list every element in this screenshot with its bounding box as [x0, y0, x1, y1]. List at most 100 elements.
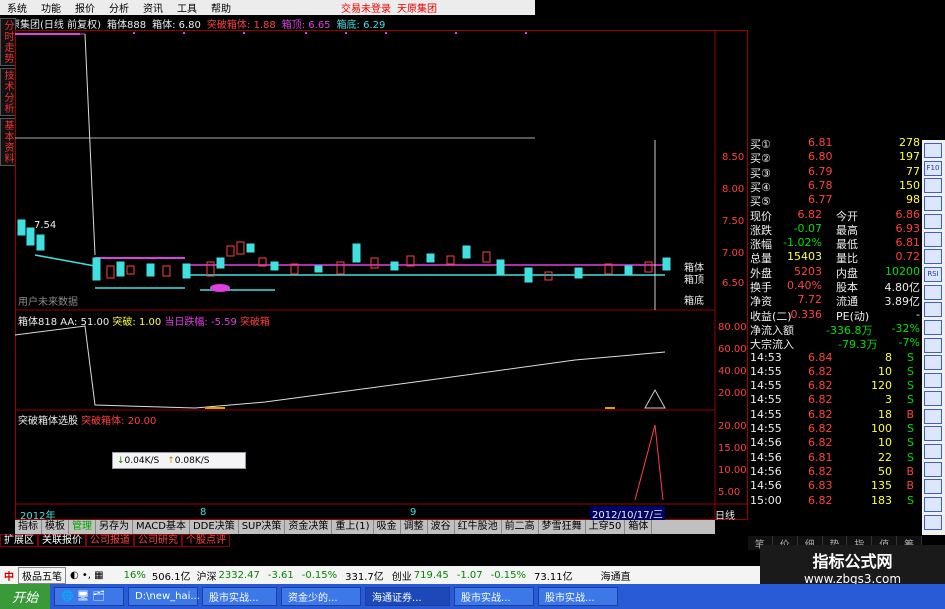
taskbar-item-6[interactable]: 股市实战... — [538, 587, 619, 606]
formula-tab[interactable]: 模板 — [42, 520, 69, 534]
trade-status[interactable]: 交易未登录 — [341, 0, 391, 15]
formula-tab[interactable]: DDE决策 — [190, 520, 239, 534]
stat-value: 5203 — [794, 264, 822, 278]
tick-price: 6.82 — [808, 364, 833, 378]
tool-icon[interactable] — [924, 355, 942, 371]
net-speed-widget[interactable]: ↓ 0.04K/S ↑ 0.08K/S — [112, 452, 246, 469]
taskbar-item-3[interactable]: 资金少的... — [281, 587, 362, 606]
formula-tab[interactable]: 吸金 — [374, 520, 401, 534]
formula-tab[interactable]: 前二高 — [502, 520, 539, 534]
formula-tab[interactable]: 上穿50 — [586, 520, 626, 534]
tab-fundamental[interactable]: 基本资料 — [0, 118, 16, 166]
stat-row: 涨幅 -1.02% 最低 6.81 — [748, 236, 922, 251]
tab-technical[interactable]: 技术分析 — [0, 68, 16, 116]
formula-tab[interactable]: 管理 — [69, 520, 96, 534]
formula-tab[interactable]: 梦雪狂舞 — [539, 520, 586, 534]
taskbar-item-1[interactable]: D:\new_hai... — [128, 587, 200, 606]
tool-icon[interactable] — [924, 196, 942, 212]
formula-tab[interactable]: 波谷 — [428, 520, 455, 534]
formula-tab[interactable]: 另存为 — [96, 520, 133, 534]
tool-icon[interactable] — [924, 461, 942, 477]
tool-icon[interactable] — [924, 390, 942, 406]
tick-volume: 10 — [878, 364, 892, 378]
stat-value: -0.07 — [793, 221, 822, 235]
tool-icon[interactable] — [924, 284, 942, 300]
taskbar-item-2[interactable]: 股市实战... — [202, 587, 278, 606]
extension-tab[interactable]: 扩展区 — [0, 534, 38, 547]
sub2-value: 突破箱体: 20.00 — [81, 416, 157, 427]
tick-time: 14:56 — [750, 479, 782, 493]
tool-icon-strip: F10 RSI — [922, 140, 945, 535]
tick-direction: S — [907, 393, 914, 407]
tick-direction: B — [906, 464, 914, 478]
menu-help[interactable]: 帮助 — [204, 0, 238, 15]
tool-icon[interactable]: F10 — [924, 160, 942, 176]
menu-info[interactable]: 资讯 — [136, 0, 170, 15]
tool-icon[interactable] — [924, 249, 942, 265]
extension-tab[interactable]: 个股点评 — [182, 534, 230, 547]
extension-tab[interactable]: 公司研究 — [134, 534, 182, 547]
formula-tab[interactable]: 资金决策 — [285, 520, 333, 534]
menu-analysis[interactable]: 分析 — [102, 0, 136, 15]
x-month-8: 8 — [200, 507, 207, 518]
formula-tab[interactable]: MACD基本 — [133, 520, 190, 534]
formula-tab[interactable]: 重上(1) — [332, 520, 374, 534]
taskbar-item-5[interactable]: 股市实战... — [454, 587, 535, 606]
bid-price: 6.78 — [808, 178, 833, 192]
tick-price: 6.82 — [808, 464, 833, 478]
tool-icon[interactable] — [924, 443, 942, 459]
period-label[interactable]: 日线 — [715, 507, 735, 522]
extension-tab[interactable]: 公司报道 — [86, 534, 134, 547]
tick-volume: 18 — [878, 407, 892, 421]
taskbar-item-4[interactable]: 海通证券... — [365, 587, 451, 606]
extension-tab[interactable]: 关联报价 — [38, 534, 86, 547]
stat-value: 10200 — [885, 264, 920, 278]
menu-system[interactable]: 系统 — [0, 0, 34, 15]
big-inflow-pct: -7% — [898, 336, 920, 350]
formula-tab[interactable]: 指标 — [15, 520, 42, 534]
tool-icon[interactable] — [924, 213, 942, 229]
tick-row: 14:55 6.82 3 S — [748, 393, 922, 407]
formula-tab[interactable]: 调整 — [401, 520, 428, 534]
tool-icon[interactable] — [924, 514, 942, 530]
tool-icon[interactable] — [924, 302, 942, 318]
tab-intraday[interactable]: 分时走势 — [0, 18, 16, 66]
tool-icon[interactable] — [924, 497, 942, 512]
ticker-e: -3.61 — [267, 569, 294, 581]
bid-volume: 77 — [906, 164, 920, 178]
y-tick: 7.00 — [722, 248, 745, 259]
kline-chart[interactable] — [15, 30, 748, 520]
sub1-break: 突破: 1.00 — [112, 317, 162, 328]
menu-tools[interactable]: 工具 — [170, 0, 204, 15]
tick-row: 14:53 6.84 8 S — [748, 351, 922, 365]
candle — [116, 261, 125, 277]
menu-function[interactable]: 功能 — [34, 0, 68, 15]
quote-panel: 买① 6.81 278 买② 6.80 197 买③ 6.79 77 买④ 6.78 … — [748, 136, 922, 538]
tool-icon[interactable] — [924, 408, 942, 424]
quicklaunch-icons: 🌐 🖥 🗂 — [61, 591, 106, 602]
taskbar-quicklaunch[interactable]: 🌐 🖥 🗂 — [54, 587, 125, 606]
ticker-m: 海通直 — [600, 571, 631, 583]
menu-quote[interactable]: 报价 — [68, 0, 102, 15]
formula-tab[interactable]: SUP决策 — [239, 520, 286, 534]
start-button[interactable]: 开始 — [0, 584, 51, 609]
tool-icon[interactable] — [924, 479, 942, 495]
down-arrow-icon: ↓ — [117, 455, 125, 466]
tool-icon[interactable] — [924, 426, 942, 442]
formula-tab[interactable]: 箱体 — [625, 520, 653, 534]
stat-row: 总量 15403 量比 0.72 — [748, 250, 922, 265]
tool-icon[interactable] — [924, 231, 942, 247]
tool-icon[interactable]: RSI — [924, 266, 942, 282]
tool-icon[interactable] — [924, 178, 942, 194]
tick-time: 14:53 — [750, 350, 782, 364]
tool-icon[interactable] — [924, 320, 942, 335]
formula-tab[interactable]: 红牛股池 — [455, 520, 502, 534]
tool-icon[interactable] — [924, 143, 942, 158]
stat-value: 6.93 — [895, 221, 921, 235]
ime-name[interactable]: 极品五笔 — [18, 566, 66, 584]
tool-icon[interactable] — [924, 373, 942, 389]
tool-icon[interactable] — [924, 337, 942, 353]
bid-price: 6.77 — [808, 193, 833, 207]
stat-value: - — [916, 307, 920, 321]
stat-value: 0.40% — [787, 279, 822, 292]
